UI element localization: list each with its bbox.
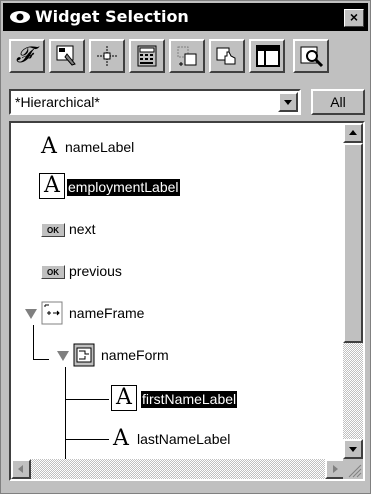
scroll-right-button[interactable] xyxy=(325,459,345,479)
tree-item-label: lastNameLabel xyxy=(137,431,231,447)
tree-line xyxy=(65,439,109,440)
label-widget-icon: A xyxy=(111,385,137,411)
tree-item-label: previous xyxy=(69,263,122,279)
chevron-right-icon xyxy=(333,465,338,473)
inspect-icon xyxy=(300,46,324,68)
scroll-up-button[interactable] xyxy=(343,123,363,143)
vertical-scrollbar[interactable] xyxy=(343,123,363,459)
button-widget-icon: OK xyxy=(41,265,65,279)
tree-item-nameForm[interactable]: nameForm xyxy=(53,341,333,371)
edit-widget-icon xyxy=(56,45,76,66)
tree-item-nameFrame[interactable]: nameFrame xyxy=(21,299,321,329)
edit-widget-button[interactable] xyxy=(49,39,85,73)
form-widget-icon xyxy=(73,343,95,367)
tree-line xyxy=(65,399,109,400)
resize-grip[interactable] xyxy=(343,459,363,479)
label-widget-icon: A xyxy=(39,173,65,199)
scroll-down-button[interactable] xyxy=(343,439,363,459)
hierarchy-select[interactable]: *Hierarchical* xyxy=(9,89,301,115)
tree-item-previous[interactable]: OK previous xyxy=(41,257,321,287)
vertical-scroll-thumb[interactable] xyxy=(343,143,363,343)
chevron-left-icon xyxy=(18,465,23,473)
tree-item-label: nameForm xyxy=(101,347,169,363)
all-button[interactable]: All xyxy=(311,89,365,115)
toolbar: 𝓕 xyxy=(9,39,365,75)
move-button[interactable] xyxy=(169,39,205,73)
eye-icon xyxy=(10,11,30,23)
expand-triangle-icon[interactable] xyxy=(57,351,69,361)
calculator-icon xyxy=(137,45,157,67)
crosshair-icon xyxy=(97,46,117,66)
crosshair-button[interactable] xyxy=(89,39,125,73)
tree-item-nameLabel[interactable]: A nameLabel xyxy=(41,133,321,163)
tree-item-label: employmentLabel xyxy=(67,179,180,196)
label-widget-icon: A xyxy=(41,134,57,159)
tree-item-lastNameLabel[interactable]: A lastNameLabel xyxy=(113,425,333,455)
move-icon xyxy=(177,46,197,66)
scroll-left-button[interactable] xyxy=(11,459,31,479)
chevron-down-icon xyxy=(284,100,292,105)
hierarchy-select-value: *Hierarchical* xyxy=(15,94,100,110)
close-button[interactable]: × xyxy=(344,9,364,27)
horizontal-scrollbar[interactable] xyxy=(11,459,345,479)
script-f-button[interactable]: 𝓕 xyxy=(9,39,45,73)
layout-icon xyxy=(256,45,280,67)
filter-row: *Hierarchical* All xyxy=(9,89,365,117)
tree-item-label: nameLabel xyxy=(65,139,135,155)
widget-selection-window: Widget Selection × 𝓕 *Hierarchical* All … xyxy=(0,0,371,494)
frame-widget-icon xyxy=(41,301,63,325)
tree-item-next[interactable]: OK next xyxy=(41,215,321,245)
tree-line xyxy=(33,325,34,359)
tree-line xyxy=(33,359,49,360)
label-widget-icon: A xyxy=(113,426,129,451)
dropdown-arrow-button[interactable] xyxy=(278,92,298,112)
inspect-button[interactable] xyxy=(293,39,329,73)
calculator-button[interactable] xyxy=(129,39,165,73)
chevron-down-icon xyxy=(349,447,357,452)
tree-item-employmentLabel[interactable]: A employmentLabel xyxy=(39,173,319,203)
window-title: Widget Selection xyxy=(35,7,189,26)
script-f-icon: 𝓕 xyxy=(16,43,33,68)
tree-item-label: next xyxy=(69,221,96,237)
tree-item-label: firstNameLabel xyxy=(141,391,238,408)
button-widget-icon: OK xyxy=(41,223,65,237)
title-bar[interactable]: Widget Selection × xyxy=(3,3,368,31)
resize-grip-icon xyxy=(348,464,362,478)
pointer-hand-icon xyxy=(216,47,236,65)
pointer-hand-button[interactable] xyxy=(209,39,245,73)
layout-button[interactable] xyxy=(249,39,285,73)
widget-tree: A nameLabel A employmentLabel OK next OK… xyxy=(9,121,365,481)
expand-triangle-icon[interactable] xyxy=(25,309,37,319)
chevron-up-icon xyxy=(349,130,357,135)
tree-item-firstNameLabel[interactable]: A firstNameLabel xyxy=(111,385,331,415)
tree-item-label: nameFrame xyxy=(69,305,145,321)
